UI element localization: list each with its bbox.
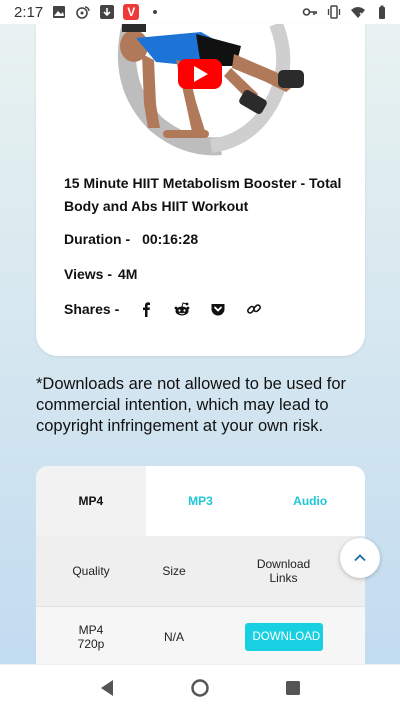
navigation-bar [0,664,400,711]
link-icon[interactable] [245,300,263,318]
header-size: Size [162,564,186,578]
duration-label: Duration - [64,231,131,247]
tab-mp3[interactable]: MP3 [146,466,256,536]
wifi-icon [350,4,366,20]
disclaimer-text: *Downloads are not allowed to be used fo… [36,375,347,435]
tab-mp4[interactable]: MP4 [36,466,146,536]
duration-value: 00:16:28 [142,231,199,247]
duration-row: Duration - 00:16:28 [64,231,198,247]
views-label: Views - [64,266,112,282]
status-time: 2:17 [14,3,44,21]
key-icon [302,4,318,20]
image-icon [51,4,67,20]
views-row: Views - 4M [64,266,137,282]
back-icon[interactable] [95,676,119,700]
video-card: 15 Minute HIIT Metabolism Booster - Tota… [36,24,365,356]
shares-row: Shares - [64,300,263,318]
home-icon[interactable] [188,676,212,700]
download-button[interactable]: DOWNLOAD [244,622,323,651]
table-header: Quality Size Download Links [36,536,365,606]
pocket-icon[interactable] [209,300,227,318]
vivaldi-icon: V [123,4,140,20]
video-title: 15 Minute HIIT Metabolism Booster - Tota… [64,175,342,214]
weibo-icon [75,4,91,20]
status-bar: 2:17 V [0,0,400,24]
vibrate-icon [326,4,342,20]
scroll-to-top-button[interactable] [340,538,380,578]
dot-icon [147,4,163,20]
battery-icon [374,4,390,20]
recents-icon[interactable] [281,676,305,700]
tab-audio[interactable]: Audio [255,466,365,536]
format-tabs: MP4 MP3 Audio [36,466,365,536]
video-thumbnail[interactable] [36,24,365,160]
views-value: 4M [118,266,138,282]
row-size: N/A [163,629,184,644]
shares-label: Shares - [64,301,120,317]
row-quality: MP4 720p [77,622,105,651]
table-row: MP4 720p N/A DOWNLOAD [36,606,365,666]
download-table: MP4 MP3 Audio Quality Size Download Link… [36,466,365,666]
chevron-up-icon [354,554,366,562]
facebook-icon[interactable] [137,300,155,318]
reddit-icon[interactable] [173,300,191,318]
download-icon [99,4,115,20]
header-quality: Quality [72,564,110,578]
